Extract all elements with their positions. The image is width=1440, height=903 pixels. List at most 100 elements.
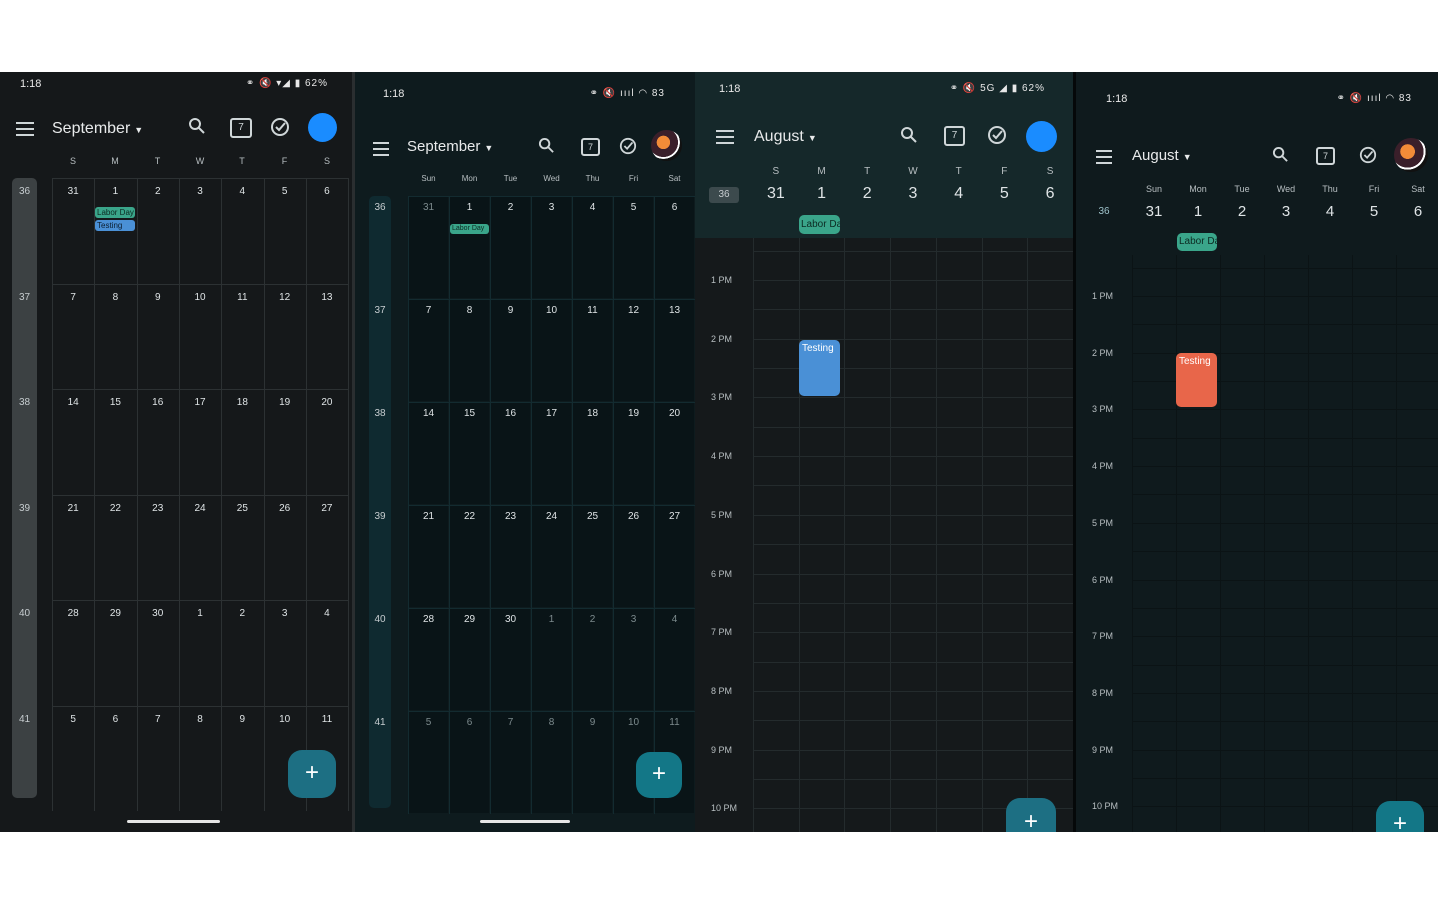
day-number[interactable]: 21 (408, 511, 449, 522)
day-number[interactable]: 17 (179, 397, 221, 408)
avatar[interactable] (1394, 138, 1428, 172)
day-number[interactable]: 28 (52, 608, 94, 619)
day-number[interactable]: 22 (94, 503, 136, 514)
month-selector[interactable]: August ▼ (1132, 147, 1192, 164)
search-icon[interactable] (186, 117, 208, 140)
event-block-testing[interactable]: Testing (1176, 353, 1217, 407)
tasks-check-icon[interactable] (987, 125, 1007, 150)
day-number[interactable]: 30 (490, 614, 531, 625)
day-number[interactable]: 27 (306, 503, 348, 514)
day-number[interactable]: 13 (654, 305, 695, 316)
day-number[interactable]: 11 (654, 717, 695, 728)
add-event-button[interactable]: + (1376, 801, 1424, 832)
date-number[interactable]: 31 (753, 185, 799, 203)
day-number[interactable]: 7 (408, 305, 449, 316)
search-icon[interactable] (538, 137, 555, 159)
day-number[interactable]: 2 (490, 202, 531, 213)
day-number[interactable]: 31 (408, 202, 449, 213)
day-number[interactable]: 7 (52, 292, 94, 303)
day-number[interactable]: 12 (264, 292, 306, 303)
day-number[interactable]: 14 (52, 397, 94, 408)
calendar-today-icon[interactable]: 7 (1316, 147, 1335, 165)
day-number[interactable]: 30 (137, 608, 179, 619)
day-number[interactable]: 9 (221, 714, 263, 725)
day-number[interactable]: 31 (52, 186, 94, 197)
day-number[interactable]: 1 (449, 202, 490, 213)
search-icon[interactable] (1272, 146, 1289, 168)
event-block-testing[interactable]: Testing (799, 340, 840, 396)
tasks-check-icon[interactable] (1359, 146, 1377, 169)
day-number[interactable]: 14 (408, 408, 449, 419)
day-number[interactable]: 5 (264, 186, 306, 197)
day-number[interactable]: 29 (449, 614, 490, 625)
day-number[interactable]: 11 (306, 714, 348, 725)
avatar[interactable] (308, 113, 337, 142)
day-number[interactable]: 11 (572, 305, 613, 316)
date-number[interactable]: 31 (1132, 203, 1176, 220)
day-number[interactable]: 4 (221, 186, 263, 197)
day-number[interactable]: 24 (531, 511, 572, 522)
day-number[interactable]: 26 (264, 503, 306, 514)
day-number[interactable]: 17 (531, 408, 572, 419)
day-number[interactable]: 2 (572, 614, 613, 625)
date-number[interactable]: 3 (890, 185, 936, 203)
date-number[interactable]: 1 (1176, 203, 1220, 220)
add-event-button[interactable]: + (636, 752, 682, 798)
day-number[interactable]: 9 (490, 305, 531, 316)
menu-icon[interactable] (716, 130, 734, 144)
day-number[interactable]: 9 (137, 292, 179, 303)
day-number[interactable]: 23 (137, 503, 179, 514)
day-number[interactable]: 22 (449, 511, 490, 522)
day-number[interactable]: 3 (531, 202, 572, 213)
day-number[interactable]: 21 (52, 503, 94, 514)
day-number[interactable]: 7 (137, 714, 179, 725)
day-number[interactable]: 10 (264, 714, 306, 725)
date-number[interactable]: 2 (844, 185, 890, 203)
day-number[interactable]: 6 (654, 202, 695, 213)
date-number[interactable]: 5 (982, 185, 1028, 203)
avatar[interactable] (651, 130, 682, 161)
day-number[interactable]: 24 (179, 503, 221, 514)
day-number[interactable]: 9 (572, 717, 613, 728)
day-number[interactable]: 1 (94, 186, 136, 197)
day-number[interactable]: 6 (306, 186, 348, 197)
day-number[interactable]: 18 (572, 408, 613, 419)
day-number[interactable]: 3 (613, 614, 654, 625)
calendar-today-icon[interactable]: 7 (581, 138, 600, 156)
calendar-today-icon[interactable]: 7 (944, 126, 965, 146)
day-number[interactable]: 19 (613, 408, 654, 419)
day-number[interactable]: 1 (531, 614, 572, 625)
search-icon[interactable] (900, 126, 918, 149)
day-number[interactable]: 4 (572, 202, 613, 213)
month-selector[interactable]: September ▼ (407, 138, 493, 155)
day-number[interactable]: 3 (264, 608, 306, 619)
date-number[interactable]: 2 (1220, 203, 1264, 220)
date-number[interactable]: 4 (936, 185, 982, 203)
calendar-today-icon[interactable]: 7 (230, 118, 252, 138)
menu-icon[interactable] (1096, 150, 1112, 164)
month-selector[interactable]: September ▼ (52, 120, 143, 138)
day-number[interactable]: 15 (449, 408, 490, 419)
day-number[interactable]: 5 (613, 202, 654, 213)
day-number[interactable]: 2 (137, 186, 179, 197)
day-number[interactable]: 2 (221, 608, 263, 619)
date-number[interactable]: 3 (1264, 203, 1308, 220)
date-number[interactable]: 5 (1352, 203, 1396, 220)
day-number[interactable]: 23 (490, 511, 531, 522)
date-number[interactable]: 4 (1308, 203, 1352, 220)
allday-event-labor-day[interactable]: Labor Da (799, 215, 840, 234)
avatar[interactable] (1026, 121, 1057, 152)
day-number[interactable]: 11 (221, 292, 263, 303)
day-number[interactable]: 6 (449, 717, 490, 728)
day-number[interactable]: 10 (531, 305, 572, 316)
day-number[interactable]: 7 (490, 717, 531, 728)
day-number[interactable]: 3 (179, 186, 221, 197)
day-number[interactable]: 29 (94, 608, 136, 619)
day-number[interactable]: 19 (264, 397, 306, 408)
menu-icon[interactable] (373, 142, 389, 156)
tasks-check-icon[interactable] (619, 137, 637, 160)
add-event-button[interactable]: + (288, 750, 336, 798)
day-number[interactable]: 4 (654, 614, 695, 625)
day-number[interactable]: 18 (221, 397, 263, 408)
day-number[interactable]: 8 (94, 292, 136, 303)
